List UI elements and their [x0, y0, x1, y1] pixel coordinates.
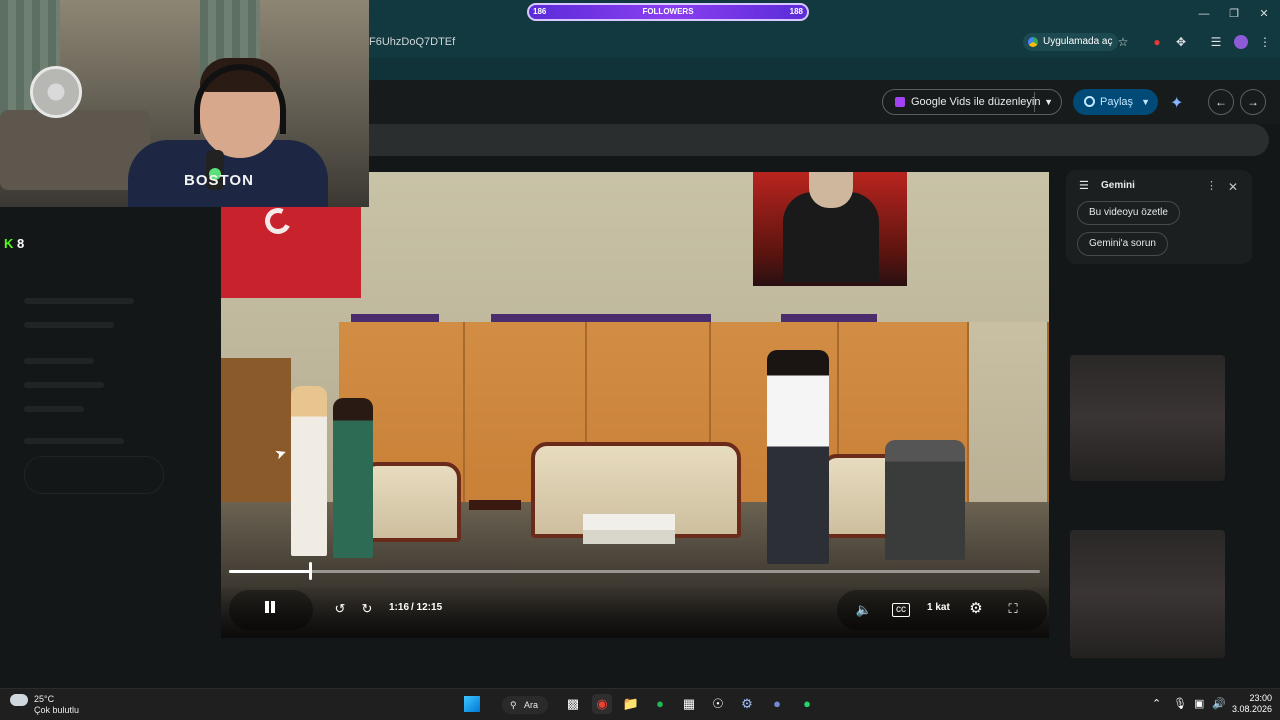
actor [291, 386, 327, 556]
share-button-label: Paylaş [1100, 96, 1134, 108]
chevron-up-icon[interactable]: ⌃ [1152, 697, 1161, 710]
gemini-sparkle-icon[interactable]: ✦ [1170, 93, 1183, 113]
start-windows-icon[interactable] [464, 696, 480, 712]
more-options-icon[interactable]: ⋮ [1206, 179, 1217, 192]
chrome-icon[interactable]: ◉ [592, 694, 612, 714]
next-arrow-icon[interactable]: → [1240, 89, 1266, 115]
rewind-10-icon[interactable]: ↺ [331, 601, 349, 617]
kick-logo-icon: K [4, 236, 14, 251]
sidebar-placeholder [24, 322, 114, 328]
sidebar-placeholder [24, 298, 134, 304]
vids-button-label: Google Vids ile düzenleyin [911, 96, 1041, 108]
fan [30, 66, 82, 118]
coffee-table [583, 514, 675, 544]
gemini-title: Gemini [1101, 180, 1135, 191]
file-thumbnail[interactable] [1070, 530, 1225, 658]
progress-track[interactable] [229, 570, 1040, 573]
total-time: / 12:15 [411, 602, 443, 613]
armchair [361, 462, 461, 542]
sidebar-placeholder [24, 438, 124, 444]
gemini-list-icon: ☰ [1079, 180, 1089, 192]
close-icon[interactable]: ✕ [1228, 180, 1238, 194]
media-control-icon[interactable]: ☰ [1208, 34, 1224, 50]
whatsapp-icon[interactable]: ● [797, 694, 817, 714]
current-time: 1:16 [389, 602, 410, 613]
search-label: Ara [524, 700, 539, 710]
steam-icon[interactable]: ⚙ [737, 694, 757, 714]
display-icon[interactable]: ▣ [1194, 697, 1204, 710]
vids-icon [895, 97, 905, 107]
followers-left-count: 186 [533, 7, 547, 16]
chevron-down-icon[interactable]: ▼ [1044, 90, 1053, 114]
sidebar-placeholder [24, 358, 94, 364]
task-view-icon[interactable]: ▩ [563, 694, 583, 714]
cloud-icon [10, 694, 28, 706]
sidebar-placeholder-button [24, 456, 164, 494]
captions-icon[interactable]: cc [892, 603, 910, 617]
forward-10-icon[interactable]: ↻ [358, 601, 376, 617]
portrait-banner [753, 172, 907, 286]
bookmark-star-icon[interactable]: ☆ [1115, 34, 1131, 50]
spotify-icon[interactable]: ● [650, 694, 670, 714]
gemini-chip-summarize[interactable]: Bu videoyu özetle [1077, 201, 1180, 225]
open-in-app-button[interactable]: Uygulamada aç [1023, 33, 1119, 51]
open-in-app-label: Uygulamada aç [1043, 36, 1113, 47]
close-window-icon[interactable]: ✕ [1256, 6, 1272, 22]
google-vids-edit-button[interactable]: Google Vids ile düzenleyin ▼ [882, 89, 1062, 115]
file-explorer-icon[interactable]: 📁 [621, 694, 641, 714]
progress-fill [229, 570, 310, 573]
pause-icon[interactable] [263, 600, 277, 616]
gemini-chip-ask[interactable]: Gemini'a sorun [1077, 232, 1168, 256]
taskbar-search[interactable]: ⚲ Ara [502, 696, 549, 714]
url-text[interactable]: F6UhzDoQ7DTEf [369, 36, 455, 48]
minimize-icon[interactable]: — [1196, 6, 1212, 22]
kick-viewer-count: K 8 [4, 236, 24, 251]
followers-label: FOLLOWERS [642, 7, 694, 16]
viewer-count: 8 [17, 236, 25, 251]
side-table [469, 500, 521, 510]
discord-icon[interactable]: ● [767, 694, 787, 714]
extension-red-icon[interactable]: ● [1149, 34, 1165, 50]
followers-goal-bar: 186 FOLLOWERS 188 [527, 3, 809, 21]
microphone-icon[interactable]: 🎙 [1173, 697, 1187, 710]
file-thumbnail[interactable] [1070, 355, 1225, 481]
sidebar-placeholder [24, 382, 104, 388]
chrome-menu-icon[interactable]: ⋮ [1257, 34, 1273, 50]
streamer-webcam: BOSTON [0, 0, 369, 207]
clock-date: 3.08.2026 [1231, 704, 1272, 714]
actor [767, 350, 829, 564]
button-divider [1034, 92, 1035, 112]
fullscreen-icon[interactable]: ⛶ [1004, 601, 1022, 617]
drive-icon [1028, 37, 1038, 47]
share-button[interactable]: Paylaş ▼ [1073, 89, 1158, 115]
search-icon: ⚲ [510, 700, 517, 710]
clock-time: 23:00 [1249, 693, 1272, 703]
playback-speed[interactable]: 1 kat [927, 602, 950, 613]
drive-search-bar[interactable] [369, 124, 1269, 156]
profile-avatar[interactable] [1234, 35, 1248, 49]
system-clock[interactable]: 23:00 3.08.2026 [1212, 693, 1272, 715]
followers-right-count: 188 [789, 7, 803, 16]
settings-gear-icon[interactable]: ⚙ [967, 601, 985, 617]
progress-handle[interactable] [309, 562, 312, 580]
previous-arrow-icon[interactable]: ← [1208, 89, 1234, 115]
weather-description[interactable]: Çok bulutlu [34, 705, 79, 715]
volume-icon[interactable]: 🔈 [855, 602, 873, 618]
shirt-text: BOSTON [184, 172, 254, 189]
weather-temperature[interactable]: 25°C [34, 694, 54, 704]
actor [333, 398, 373, 558]
sidebar-placeholder [24, 406, 84, 412]
extensions-puzzle-icon[interactable]: ✥ [1173, 34, 1189, 50]
turkish-flag [221, 202, 361, 298]
video-player[interactable]: ↺ ↻ 1:16 / 12:15 🔈 cc 1 kat ⚙ ⛶ [221, 172, 1049, 638]
obs-icon[interactable]: ☉ [708, 694, 728, 714]
restore-icon[interactable]: ❐ [1226, 6, 1242, 22]
terminal-icon[interactable]: ▦ [679, 694, 699, 714]
dimmed-sidebar [0, 258, 190, 508]
actor [885, 440, 965, 560]
chevron-down-icon[interactable]: ▼ [1141, 89, 1150, 115]
globe-icon [1084, 96, 1095, 107]
